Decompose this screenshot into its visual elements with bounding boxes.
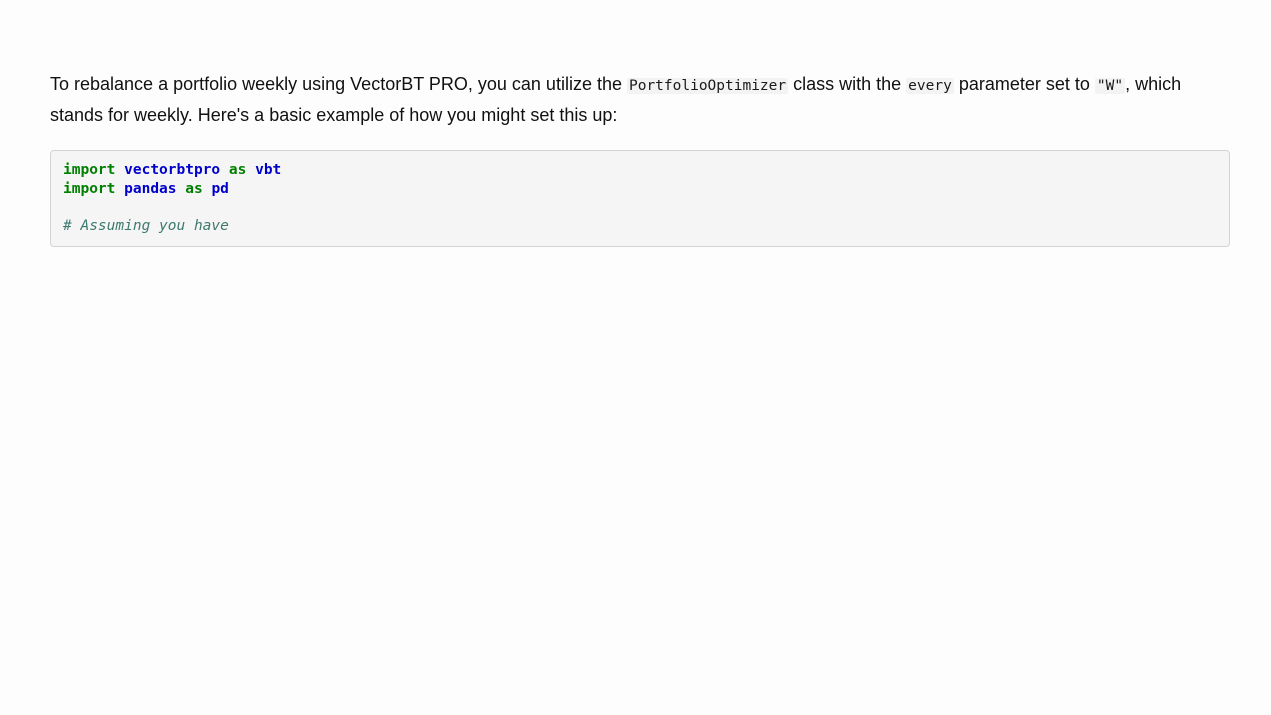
inline-code-portfoliooptimizer: PortfolioOptimizer xyxy=(626,78,789,94)
code-line-comment: # Assuming you have xyxy=(63,217,1217,236)
code-line-import-vectorbtpro: import vectorbtpro as vbt xyxy=(63,161,1217,180)
keyword-as: as xyxy=(185,181,203,197)
code-line-import-pandas: import pandas as pd xyxy=(63,180,1217,199)
keyword-as: as xyxy=(228,162,247,178)
intro-paragraph: To rebalance a portfolio weekly using Ve… xyxy=(50,70,1230,130)
code-block[interactable]: import vectorbtpro as vbt import pandas … xyxy=(50,150,1230,247)
message-content: To rebalance a portfolio weekly using Ve… xyxy=(50,70,1230,247)
keyword-import: import xyxy=(63,162,116,178)
module-alias: pd xyxy=(211,181,229,197)
intro-text-2: class with the xyxy=(788,74,907,94)
keyword-import: import xyxy=(63,181,116,197)
module-name: pandas xyxy=(124,181,177,197)
code-comment: # Assuming you have xyxy=(63,218,229,234)
intro-text-1: To rebalance a portfolio weekly using Ve… xyxy=(50,74,627,94)
inline-code-every: every xyxy=(906,78,954,94)
intro-text-3: parameter set to xyxy=(953,74,1095,94)
module-name: vectorbtpro xyxy=(124,162,221,178)
inline-code-w: "W" xyxy=(1094,78,1126,94)
module-alias: vbt xyxy=(255,162,282,178)
